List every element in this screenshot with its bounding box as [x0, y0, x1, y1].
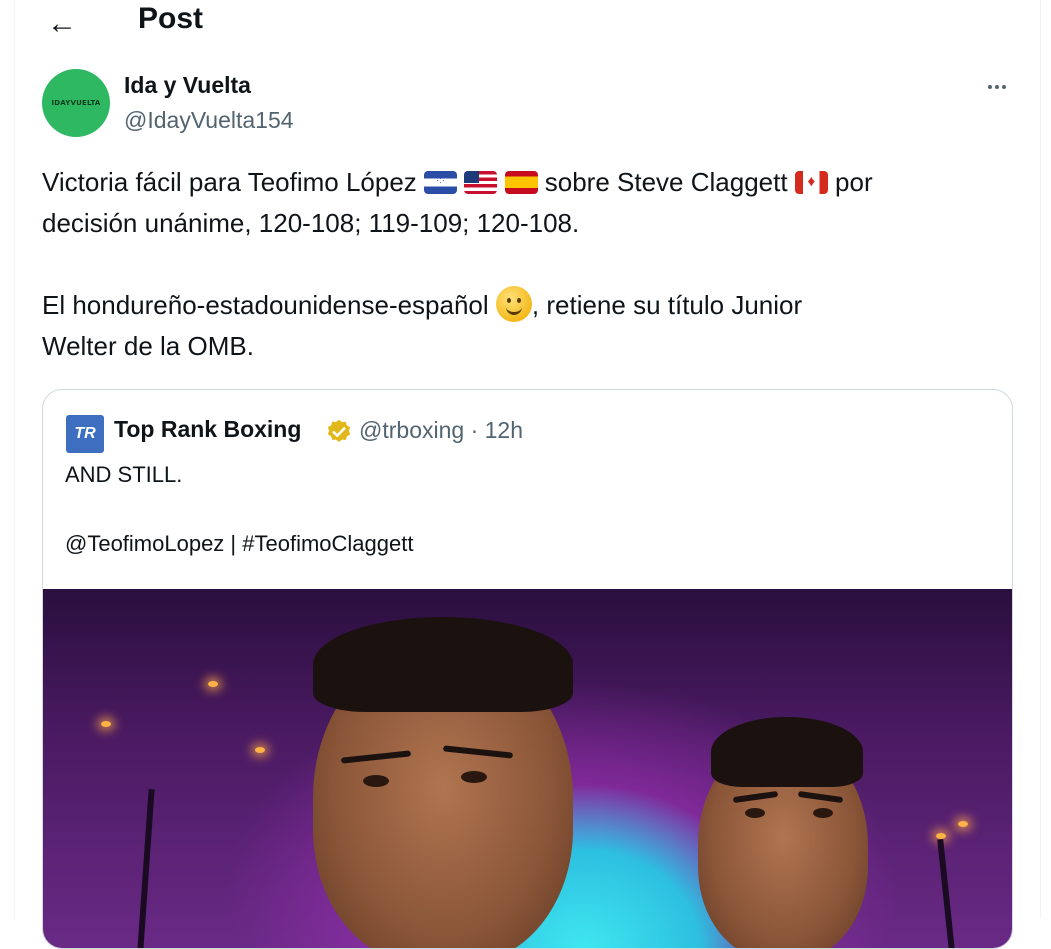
- avatar[interactable]: IDAYVUELTA: [42, 69, 110, 137]
- arrow-left-icon[interactable]: ←: [44, 6, 80, 42]
- light-dot: [255, 747, 265, 753]
- tweet-text-part: decisión unánime, 120-108; 119-109; 120-…: [42, 208, 580, 238]
- light-dot: [101, 721, 111, 727]
- smiling-emoji-icon: [495, 286, 532, 322]
- tweet-text-part: sobre Steve Claggett: [544, 167, 788, 197]
- quoted-media-image[interactable]: [43, 589, 1012, 948]
- fighter-left-hair: [313, 617, 573, 712]
- light-dot: [936, 833, 946, 839]
- top-rank-avatar[interactable]: TR: [66, 415, 104, 453]
- fighter-right-eye: [745, 808, 765, 818]
- author-display-name[interactable]: Ida y Vuelta: [124, 72, 251, 99]
- palm-tree-silhouette: [137, 788, 155, 948]
- quoted-post-card[interactable]: TR Top Rank Boxing @trboxing · 12h AND S…: [42, 389, 1013, 949]
- canada-flag-icon: [794, 171, 828, 194]
- light-dot: [208, 681, 218, 687]
- tweet-text: Victoria fácil para Teofimo López sobre …: [42, 162, 1007, 367]
- fighter-left-eye: [461, 771, 487, 783]
- quoted-text-mentions[interactable]: @TeofimoLopez | #TeofimoClaggett: [65, 531, 413, 557]
- author-handle[interactable]: @IdayVuelta154: [124, 107, 294, 134]
- honduras-flag-icon: [424, 171, 458, 194]
- fighter-left-eye: [363, 775, 389, 787]
- tweet-text-part: , retiene su título Junior: [531, 290, 803, 320]
- quoted-display-name[interactable]: Top Rank Boxing: [114, 416, 301, 443]
- tweet-text-part: Welter de la OMB.: [42, 331, 254, 361]
- tweet-text-part: por: [835, 167, 873, 197]
- quoted-handle-time[interactable]: @trboxing · 12h: [359, 417, 523, 444]
- quoted-text-line: AND STILL.: [65, 462, 183, 487]
- palm-tree-silhouette: [937, 838, 955, 948]
- more-options-button[interactable]: [980, 72, 1014, 102]
- verified-badge-icon: [327, 419, 351, 442]
- page-title: Post: [138, 2, 204, 35]
- usa-flag-icon: [464, 171, 498, 194]
- more-dots-icon: [988, 85, 1006, 89]
- tweet-text-part: El hondureño-estadounidense-español: [42, 290, 489, 320]
- fighter-right-eye: [813, 808, 833, 818]
- light-dot: [958, 821, 968, 827]
- spain-flag-icon: [504, 171, 538, 194]
- avatar-logo-text: IDAYVUELTA: [51, 99, 101, 107]
- tweet-text-part: Victoria fácil para Teofimo López: [42, 167, 417, 197]
- fighter-right-hair: [711, 717, 863, 787]
